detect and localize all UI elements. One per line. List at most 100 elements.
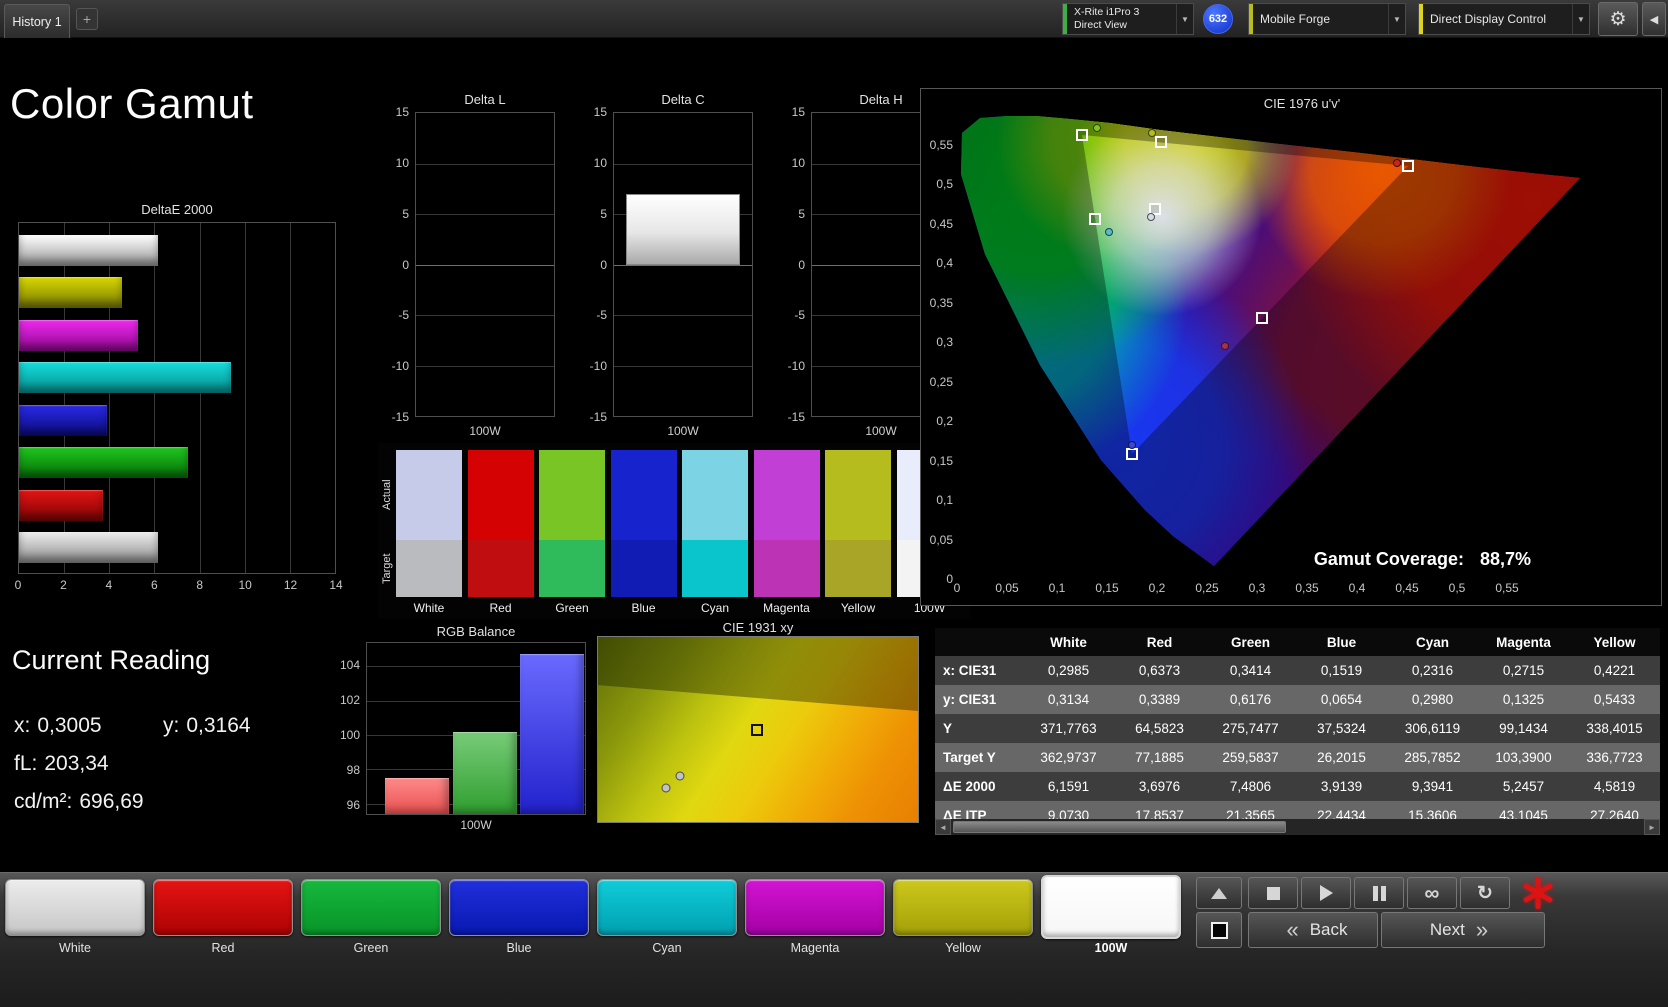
table-cell: 336,7723 [1569,743,1660,772]
pattern-swatch-label: White [5,941,145,955]
pattern-swatch-label: Green [301,941,441,955]
delta-chart-y-axis: 151050-5-10-15 [777,112,805,417]
pattern-swatch-green[interactable] [301,879,441,936]
cie-measured-magenta [1221,342,1229,350]
pattern-swatch-white[interactable] [5,879,145,936]
cie-measured-red [1393,159,1401,167]
delta-y-tick-label: -5 [579,308,607,322]
table-cell: 26,2015 [1296,743,1387,772]
pattern-swatch-100w[interactable] [1041,875,1181,939]
pattern-bottom-bar: WhiteRedGreenBlueCyanMagentaYellow100W ∞… [0,872,1668,1007]
deltae-bar-cyan [19,362,231,393]
chevron-down-icon: ▼ [1388,4,1405,34]
swatch-target [539,540,605,597]
table-column-header: Yellow [1569,628,1660,656]
rgb-balance-y-axis: 1041021009896 [330,642,360,815]
swatch-target [825,540,891,597]
meter-line1: X-Rite i1Pro 3 [1074,6,1139,19]
refresh-measure-button[interactable]: ↻ [1460,877,1510,909]
cie-measured-blue [1128,441,1136,449]
deltae-bar-green [19,447,188,478]
deltae-gridline [154,223,155,573]
cie-x-tick-label: 0,3 [1249,581,1266,595]
table-cell: 3,9139 [1296,772,1387,801]
table-row: x: CIE310,29850,63730,34140,15190,23160,… [935,656,1660,685]
rgb-bar-red [385,778,449,814]
pause-button[interactable] [1354,877,1404,909]
table-horizontal-scrollbar[interactable]: ◄ ► [935,819,1660,835]
cie1976-title: CIE 1976 u'v' [957,96,1647,111]
table-cell: 37,5324 [1296,714,1387,743]
swatch-column-white: White [396,443,462,618]
pattern-swatch-yellow[interactable] [893,879,1033,936]
actual-target-swatch-strip: Actual Target WhiteRedGreenBlueCyanMagen… [378,443,970,618]
pause-icon [1373,886,1378,901]
swatch-target [682,540,748,597]
pattern-swatch-label: Magenta [745,941,885,955]
session-marker-button[interactable] [1516,874,1560,912]
table-cell: 0,5433 [1569,685,1660,714]
scroll-right-button[interactable]: ► [1644,819,1660,835]
pattern-source-label: Mobile Forge [1253,4,1388,34]
swatch-target [468,540,534,597]
rgb-balance-x-label: 100W [366,818,586,832]
gamut-coverage-value: 88,7% [1480,549,1531,569]
back-button-label: Back [1310,920,1348,940]
pattern-window-button[interactable] [1196,912,1242,948]
delta-y-tick-label: -10 [381,359,409,373]
settings-button[interactable]: ⚙ [1598,2,1638,36]
add-tab-button[interactable]: + [76,8,98,30]
current-reading-panel: Current Reading x:0,3005 y:0,3164 fL:203… [12,645,322,835]
delta-chart-plot [613,112,753,417]
swatch-actual [468,450,534,540]
meter-dropdown[interactable]: X-Rite i1Pro 3 Direct View ▼ [1062,3,1194,35]
deltae2000-chart-title: DeltaE 2000 [18,202,336,217]
rgb-y-tick-label: 102 [330,693,360,707]
measurement-table: WhiteRedGreenBlueCyanMagentaYellow x: CI… [935,628,1660,835]
pattern-swatch-label: Blue [449,941,589,955]
display-control-dropdown[interactable]: Direct Display Control ▼ [1418,3,1590,35]
pause-icon [1381,886,1386,901]
stop-button[interactable] [1248,877,1298,909]
swatch-column-blue: Blue [611,443,677,618]
pattern-swatch-cyan[interactable] [597,879,737,936]
cie1976-panel: CIE 1976 u'v' [920,88,1662,606]
continuous-measure-button[interactable]: ∞ [1407,877,1457,909]
calibration-app-window: History 1 + X-Rite i1Pro 3 Direct View ▼… [0,0,1668,1007]
scrollbar-track[interactable] [951,819,1644,835]
table-cell: 285,7852 [1387,743,1478,772]
delta-chart-title: Delta L [415,92,555,107]
play-button[interactable] [1301,877,1351,909]
measurement-count-badge: 632 [1203,4,1233,34]
deltae-bar-white [19,235,158,266]
tab-history-1[interactable]: History 1 [4,4,70,38]
chevrons-left-icon: « [1286,917,1298,943]
pattern-source-dropdown[interactable]: Mobile Forge ▼ [1248,3,1406,35]
swatch-target [754,540,820,597]
cie-x-tick-label: 0,1 [1049,581,1066,595]
table-cell: 22,4434 [1296,801,1387,819]
swatch-target [611,540,677,597]
collapse-panel-button[interactable]: ◀ [1642,2,1666,36]
scrollbar-thumb[interactable] [953,821,1286,833]
cie-x-tick-label: 0,05 [995,581,1018,595]
table-cell: 21,3565 [1205,801,1296,819]
swatch-actual [682,450,748,540]
pattern-up-button[interactable] [1196,877,1242,909]
cie-y-tick-label: 0,45 [923,217,953,231]
delta-gridline [614,366,752,367]
gear-icon: ⚙ [1609,8,1626,31]
table-cell: 0,6176 [1205,685,1296,714]
cie-x-tick-label: 0,45 [1395,581,1418,595]
table-cell: 0,6373 [1114,656,1205,685]
pattern-swatch-blue[interactable] [449,879,589,936]
scroll-left-button[interactable]: ◄ [935,819,951,835]
delta-chart-title: Delta C [613,92,753,107]
back-button[interactable]: « Back [1248,912,1378,948]
infinity-icon: ∞ [1425,883,1440,904]
pattern-swatch-red[interactable] [153,879,293,936]
pattern-swatch-magenta[interactable] [745,879,885,936]
table-cell: 0,4221 [1569,656,1660,685]
next-button[interactable]: Next » [1381,912,1545,948]
reading-cdm2: cd/m²:696,69 [14,790,144,814]
